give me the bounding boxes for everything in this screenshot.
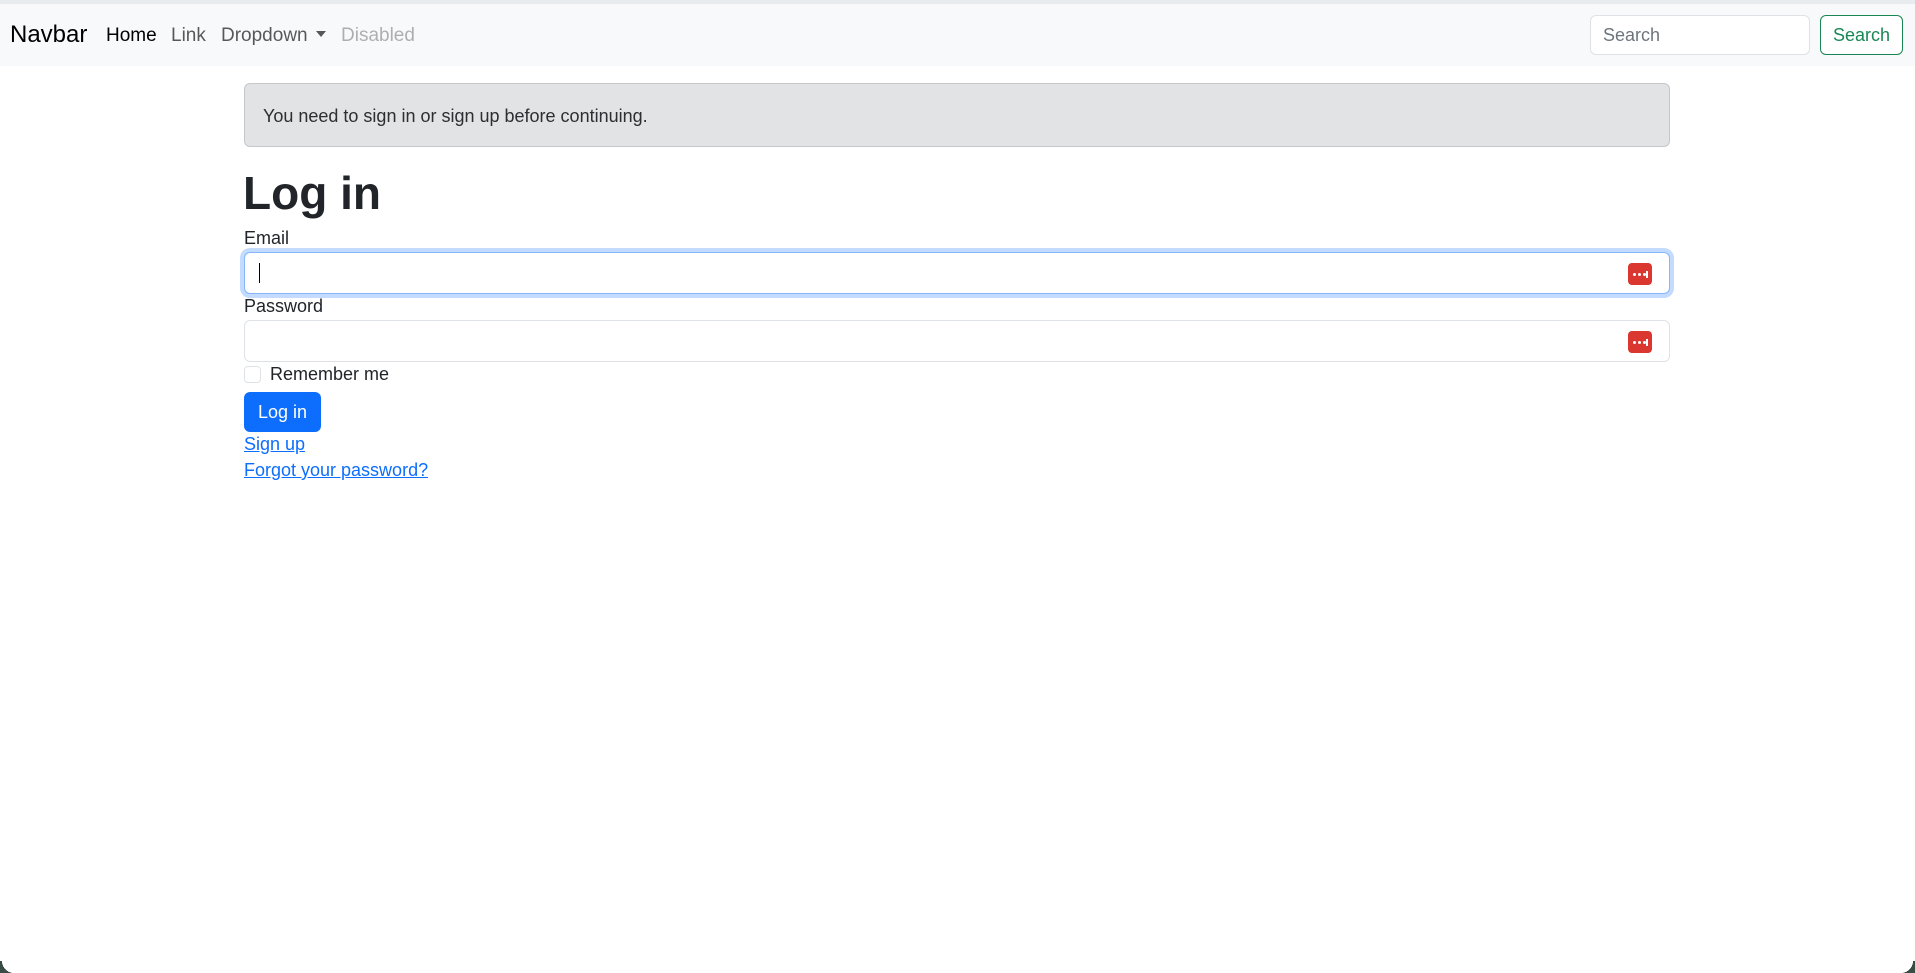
navbar: Navbar Home Link Dropdown Disabled Searc…: [0, 4, 1915, 66]
window-corner: [0, 961, 14, 973]
remember-me-checkbox[interactable]: [244, 366, 261, 383]
text-cursor: [259, 263, 260, 283]
search-button[interactable]: Search: [1820, 15, 1903, 55]
navbar-brand[interactable]: Navbar: [10, 21, 87, 49]
nav-link-link[interactable]: Link: [171, 25, 206, 47]
window-corner: [1901, 961, 1915, 973]
alert-message: You need to sign in or sign up before co…: [244, 83, 1670, 147]
email-label: Email: [244, 228, 290, 248]
remember-me-label[interactable]: Remember me: [270, 364, 389, 385]
login-button[interactable]: Log in: [244, 392, 321, 432]
nav-link-home[interactable]: Home: [106, 25, 157, 47]
password-manager-icon[interactable]: [1628, 263, 1652, 285]
nav-dropdown-label: Dropdown: [221, 25, 308, 46]
page-title: Log in: [243, 167, 381, 219]
caret-down-icon: [315, 31, 326, 37]
password-label: Password: [244, 296, 324, 316]
forgot-password-link[interactable]: Forgot your password?: [244, 460, 428, 481]
email-field[interactable]: [244, 252, 1670, 294]
search-input[interactable]: [1590, 15, 1810, 55]
nav-dropdown[interactable]: Dropdown: [221, 25, 326, 47]
password-field[interactable]: [244, 320, 1670, 362]
sign-up-link[interactable]: Sign up: [244, 434, 305, 455]
nav-link-disabled: Disabled: [341, 25, 415, 46]
password-manager-icon[interactable]: [1628, 331, 1652, 353]
